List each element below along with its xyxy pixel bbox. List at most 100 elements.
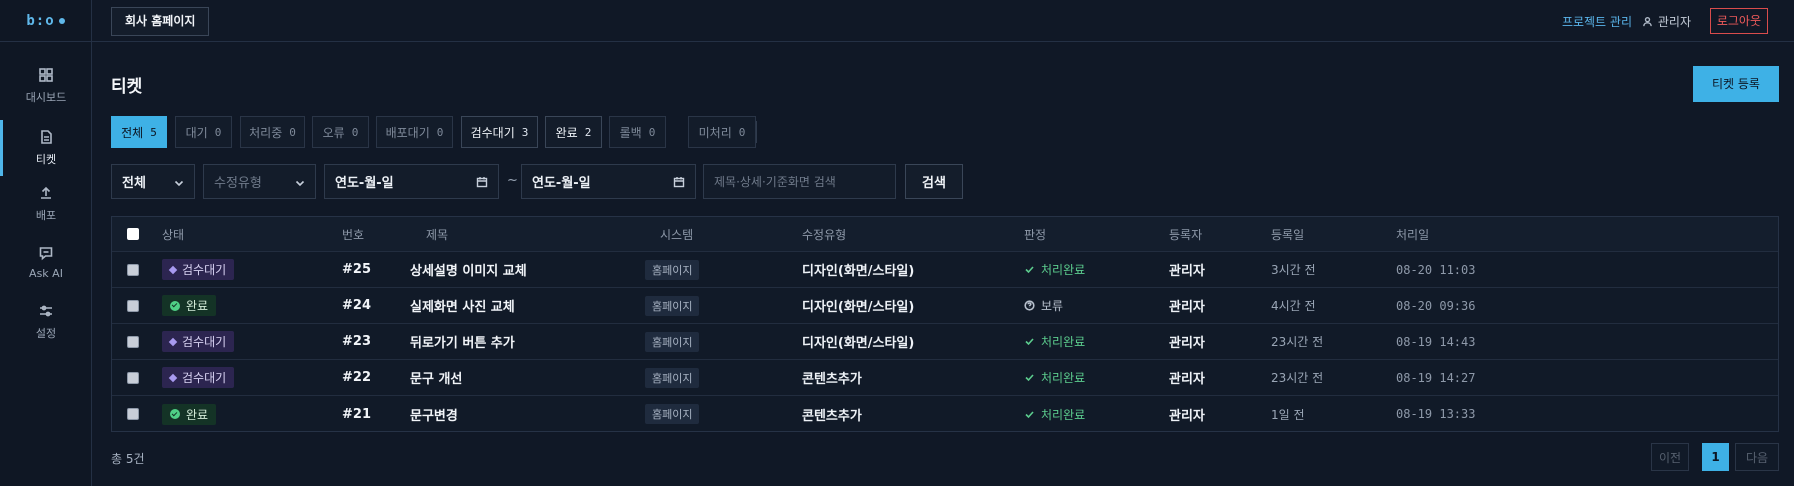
row-checkbox[interactable]: [127, 335, 139, 348]
judgment-cell: 처리완료: [1024, 252, 1085, 287]
header-registrant[interactable]: 등록자: [1169, 217, 1202, 251]
table-row[interactable]: 검수대기 #22 문구 개선 홈페이지 콘텐츠추가 처리완료 관리자 23시간 …: [112, 360, 1778, 396]
tab-count: 2: [584, 125, 592, 139]
row-checkbox[interactable]: [127, 371, 139, 384]
proc-date-cell: 08-19 14:27: [1396, 370, 1476, 385]
mod-type-placeholder: 수정유형: [214, 176, 262, 191]
user-menu[interactable]: 관리자: [1642, 13, 1691, 30]
judgment-text: 보류: [1041, 299, 1064, 313]
table-header-row: 상태 번호 제목 시스템 수정유형 판정 등록자 등록일 처리일: [112, 217, 1778, 252]
project-management-link[interactable]: 프로젝트 관리: [1562, 13, 1632, 30]
tab-count: 0: [436, 125, 444, 139]
header-mod-type[interactable]: 수정유형: [802, 217, 846, 251]
header-title[interactable]: 제목: [426, 217, 448, 251]
sidebar-item-dashboard[interactable]: 대시보드: [0, 54, 92, 118]
ticket-title[interactable]: 문구변경: [410, 396, 458, 432]
mod-type-cell: 디자인(화면/스타일): [802, 336, 915, 351]
logout-button[interactable]: 로그아웃: [1709, 8, 1768, 34]
tab-all[interactable]: 전체 5: [111, 116, 167, 148]
ticket-title[interactable]: 뒤로가기 버튼 추가: [410, 324, 515, 359]
sidebar-item-label: 티켓: [35, 153, 57, 166]
table-row[interactable]: 검수대기 #23 뒤로가기 버튼 추가 홈페이지 디자인(화면/스타일) 처리완…: [112, 324, 1778, 360]
system-tag: 홈페이지: [645, 295, 700, 316]
status-text: 완료: [186, 299, 209, 313]
chevron-down-icon: [174, 177, 184, 187]
tab-deploy-waiting[interactable]: 배포대기 0: [376, 116, 453, 148]
check-icon: [1025, 338, 1034, 346]
date-to-input[interactable]: 연도-월-일: [521, 164, 696, 199]
tab-error[interactable]: 오류 0: [312, 116, 369, 148]
judgment-cell: 보류: [1024, 288, 1063, 323]
table-row[interactable]: 완료 #21 문구변경 홈페이지 콘텐츠추가 처리완료 관리자 1일 전 08-…: [112, 396, 1778, 432]
reg-date-cell: 23시간 전: [1271, 371, 1324, 385]
judgment-status: 처리완료: [1024, 333, 1085, 350]
registrant-cell: 관리자: [1169, 300, 1205, 315]
proc-date-cell: 08-20 09:36: [1396, 298, 1476, 313]
header-status[interactable]: 상태: [162, 217, 184, 251]
sidebar-item-ask-ai[interactable]: Ask AI: [0, 230, 92, 294]
judgment-cell: 처리완료: [1024, 396, 1085, 432]
sidebar: b:o 대시보드 티켓 배포 Ask AI 설정: [0, 0, 92, 486]
page-1-button[interactable]: 1: [1702, 443, 1729, 471]
header-proc-date[interactable]: 처리일: [1396, 217, 1429, 251]
system-cell: 홈페이지: [645, 396, 700, 432]
search-input[interactable]: 제목·상세·기준화면 검색: [703, 164, 896, 199]
header-reg-date[interactable]: 등록일: [1271, 217, 1304, 251]
date-from-value: 연도-월-일: [335, 176, 394, 191]
sidebar-item-settings[interactable]: 설정: [0, 290, 92, 354]
tab-review-waiting[interactable]: 검수대기 3: [461, 116, 538, 148]
table-row[interactable]: 완료 #24 실제화면 사진 교체 홈페이지 디자인(화면/스타일) 보류 관리…: [112, 288, 1778, 324]
system-select[interactable]: 전체: [111, 164, 195, 199]
user-icon: [1643, 16, 1652, 27]
chat-icon: [39, 246, 53, 260]
tab-done[interactable]: 완료 2: [545, 116, 602, 148]
row-checkbox[interactable]: [127, 408, 139, 420]
tab-label: 배포대기: [385, 125, 430, 140]
ticket-title[interactable]: 실제화면 사진 교체: [410, 288, 515, 323]
registrant-cell: 관리자: [1169, 372, 1205, 387]
top-bar: 회사 홈페이지 프로젝트 관리 관리자 로그아웃: [92, 0, 1794, 42]
mod-type-cell: 디자인(화면/스타일): [802, 300, 915, 315]
header-number[interactable]: 번호: [342, 217, 364, 251]
system-tag: 홈페이지: [645, 367, 700, 388]
sidebar-item-label: 설정: [35, 327, 57, 340]
table-row[interactable]: 검수대기 #25 상세설명 이미지 교체 홈페이지 디자인(화면/스타일) 처리…: [112, 252, 1778, 288]
tab-waiting[interactable]: 대기 0: [175, 116, 232, 148]
tab-rollback[interactable]: 롤백 0: [609, 116, 666, 148]
tab-unprocessed[interactable]: 미처리 0: [688, 116, 756, 148]
ticket-title[interactable]: 문구 개선: [410, 360, 462, 395]
site-selector-button[interactable]: 회사 홈페이지: [111, 7, 210, 36]
prev-page-button[interactable]: 이전: [1651, 443, 1689, 471]
sliders-icon: [40, 305, 52, 317]
sidebar-item-deploy[interactable]: 배포: [0, 172, 92, 236]
sidebar-item-tickets[interactable]: 티켓: [0, 116, 92, 180]
grid-icon: [39, 68, 53, 82]
logo[interactable]: b:o: [0, 0, 91, 42]
tab-processing[interactable]: 처리중 0: [240, 116, 305, 148]
system-tag: 홈페이지: [645, 331, 700, 352]
next-page-button[interactable]: 다음: [1735, 443, 1779, 471]
reg-date-cell: 1일 전: [1271, 407, 1305, 422]
row-checkbox-cell: [127, 360, 139, 395]
reg-date-cell: 4시간 전: [1271, 299, 1316, 313]
tab-count: 3: [521, 125, 529, 139]
system-tag: 홈페이지: [645, 404, 700, 424]
select-all-checkbox[interactable]: [127, 228, 139, 240]
reg-date-cell: 3시간 전: [1271, 263, 1316, 277]
register-ticket-button[interactable]: 티켓 등록: [1693, 66, 1779, 102]
search-button[interactable]: 검색: [905, 164, 963, 199]
row-checkbox-cell: [127, 288, 139, 323]
check-circle-icon: [170, 300, 180, 311]
sidebar-item-label: Ask AI: [29, 266, 63, 280]
judgment-text: 처리완료: [1041, 371, 1086, 385]
row-checkbox-cell: [127, 324, 139, 359]
ticket-title[interactable]: 상세설명 이미지 교체: [410, 252, 527, 287]
tab-label: 미처리: [698, 125, 732, 140]
header-system[interactable]: 시스템: [660, 217, 693, 251]
tab-count: 0: [738, 125, 746, 139]
row-checkbox[interactable]: [127, 263, 139, 276]
mod-type-select[interactable]: 수정유형: [203, 164, 316, 199]
row-checkbox[interactable]: [127, 299, 139, 312]
date-from-input[interactable]: 연도-월-일: [324, 164, 499, 199]
header-judgment[interactable]: 판정: [1024, 217, 1046, 251]
